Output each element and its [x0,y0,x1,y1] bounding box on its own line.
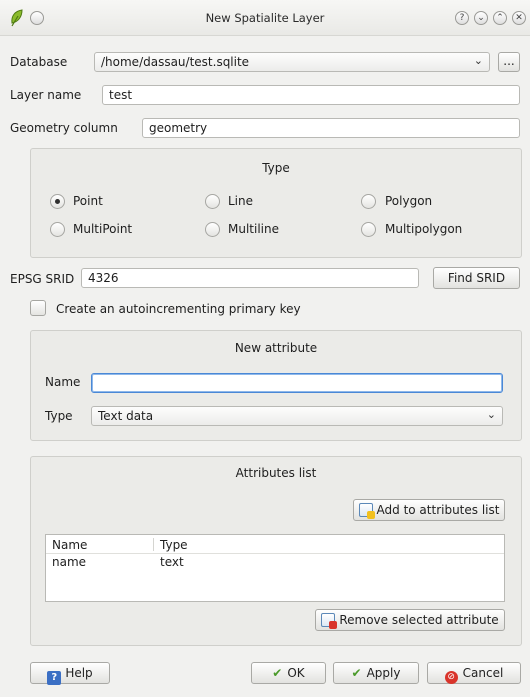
epsg-srid-label: EPSG SRID [10,272,75,286]
type-group: Type Point Line Polygon MultiPoint Multi… [30,148,522,258]
radio-multipolygon[interactable] [361,222,376,237]
apply-label: Apply [366,666,401,680]
type-group-title: Type [262,161,290,175]
help-button[interactable]: ? Help [30,662,110,685]
add-attribute-label: Add to attributes list [376,503,500,517]
chevron-down-icon: ⌄ [473,54,483,67]
browse-button[interactable]: ... [498,52,520,72]
radio-multiline-label: Multiline [228,222,279,236]
attributes-table[interactable]: Name Type name text [45,534,505,602]
ok-button[interactable]: ✔ OK [251,662,326,684]
attribute-name-input[interactable] [91,373,503,393]
help-book-icon: ? [47,671,62,685]
cancel-icon: ⊘ [444,671,458,684]
find-srid-button[interactable]: Find SRID [433,267,520,289]
help-icon[interactable]: ? [455,11,469,25]
radio-multiline[interactable] [205,222,220,237]
primary-key-label: Create an autoincrementing primary key [56,302,301,316]
geometry-column-input[interactable]: geometry [142,118,520,138]
attributes-list-group: Attributes list Add to attributes list N… [30,456,522,646]
radio-multipolygon-label: Multipolygon [385,222,463,236]
ok-label: OK [287,666,305,680]
apply-button[interactable]: ✔ Apply [333,662,419,684]
radio-line-label: Line [228,194,254,208]
remove-table-icon [321,613,338,629]
radio-multipoint[interactable] [50,222,65,237]
remove-attribute-button[interactable]: Remove selected attribute [315,609,505,631]
cancel-button[interactable]: ⊘ Cancel [427,662,521,684]
chevron-down-icon: ⌄ [486,408,496,421]
window-title: New Spatialite Layer [205,11,325,25]
close-icon[interactable]: ✕ [512,11,526,25]
geometry-column-label: Geometry column [10,121,118,135]
maximize-icon[interactable]: ⌃ [493,11,507,25]
table-row[interactable]: name text [46,554,504,570]
radio-line[interactable] [205,194,220,209]
add-attribute-button[interactable]: Add to attributes list [353,499,505,521]
cancel-label: Cancel [462,666,504,680]
radio-polygon-label: Polygon [385,194,433,208]
table-header: Name Type [46,535,504,554]
new-attribute-group: New attribute Name Type Text data ⌄ [30,330,522,441]
column-divider [153,538,154,551]
radio-point[interactable] [50,194,65,209]
attribute-type-select[interactable]: Text data ⌄ [91,406,503,426]
radio-multipoint-label: MultiPoint [73,222,133,236]
help-label: Help [65,666,93,680]
radio-point-label: Point [73,194,103,208]
column-header-type[interactable]: Type [160,538,188,552]
checkmark-icon: ✔ [351,666,362,680]
title-bar: New Spatialite Layer ? ⌄ ⌃ ✕ [0,0,530,36]
remove-attribute-label: Remove selected attribute [339,613,499,627]
minimize-icon[interactable]: ⌄ [474,11,488,25]
cell-type: text [160,555,184,569]
layer-name-label: Layer name [10,88,82,102]
cell-name: name [52,555,87,569]
attribute-name-label: Name [45,375,81,389]
new-attribute-title: New attribute [234,341,318,355]
add-table-icon [358,503,375,519]
primary-key-checkbox[interactable] [30,300,46,316]
attribute-type-label: Type [45,409,73,423]
checkmark-icon: ✔ [272,666,283,680]
attribute-type-value: Text data [98,409,154,423]
database-label: Database [10,55,68,69]
radio-polygon[interactable] [361,194,376,209]
attributes-list-title: Attributes list [235,466,317,480]
column-header-name[interactable]: Name [52,538,87,552]
layer-name-input[interactable]: test [102,85,520,105]
database-select[interactable]: /home/dassau/test.sqlite ⌄ [94,52,490,72]
epsg-srid-input[interactable]: 4326 [81,268,419,288]
database-value: /home/dassau/test.sqlite [101,55,250,69]
